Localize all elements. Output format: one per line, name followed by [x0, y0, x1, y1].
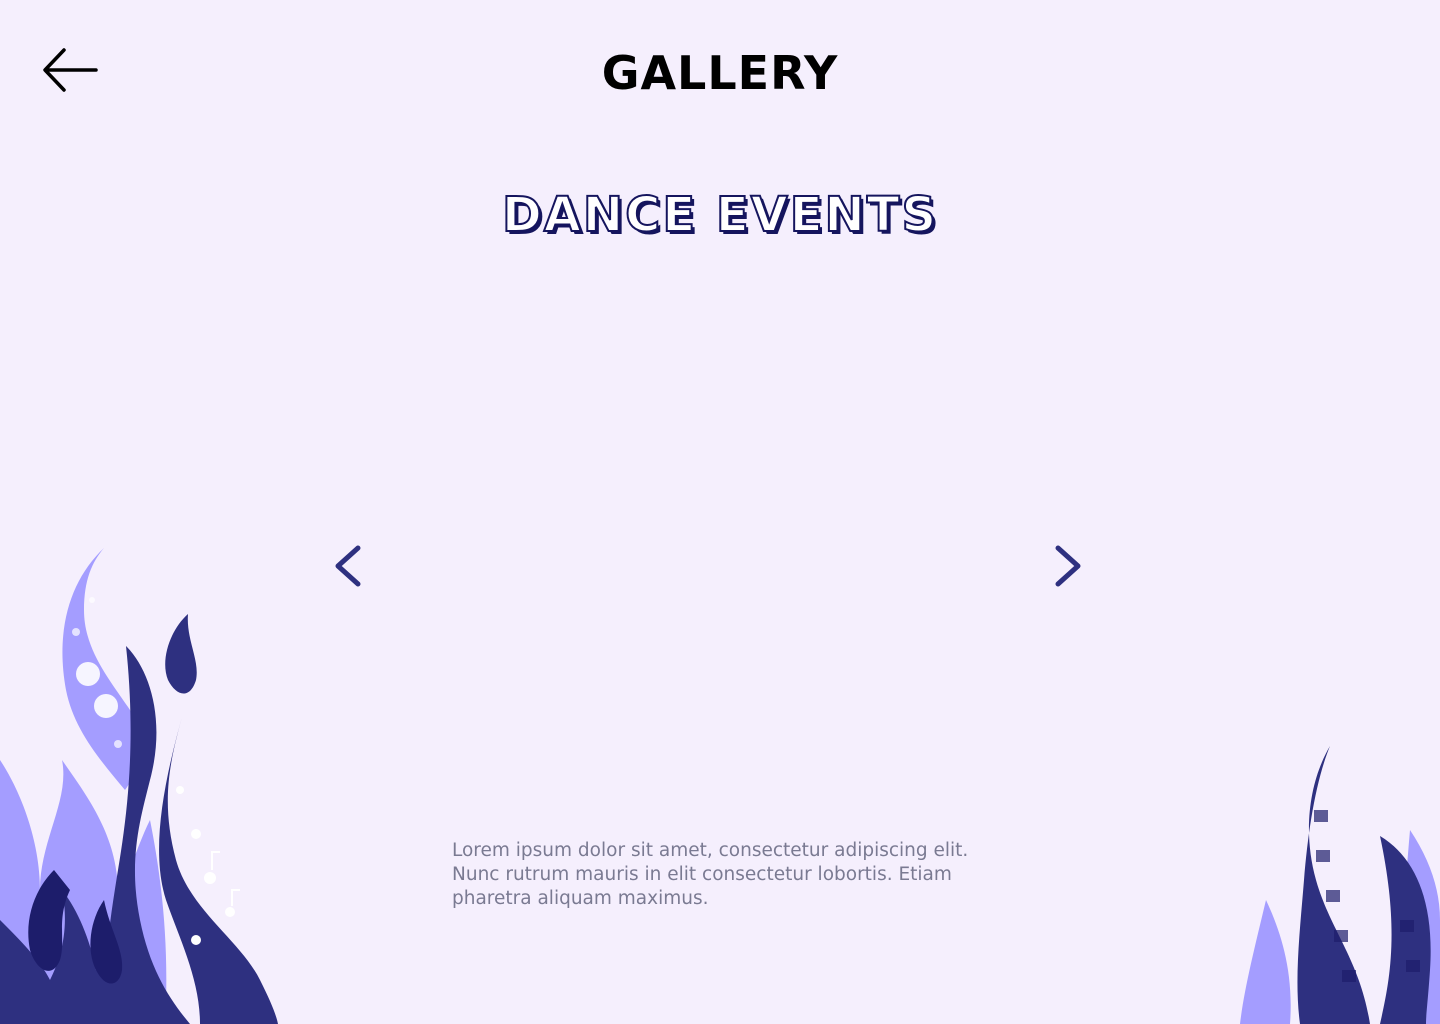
flame-decoration-left — [0, 548, 278, 1024]
chevron-right-icon — [1055, 545, 1081, 587]
gallery-description: Lorem ipsum dolor sit amet, consectetur … — [452, 840, 969, 909]
gallery-image-area — [390, 290, 1050, 810]
section-title: DANCE EVENTS — [501, 186, 939, 244]
flame-decoration-right — [1240, 746, 1440, 1024]
next-button[interactable] — [1048, 540, 1088, 592]
previous-button[interactable] — [328, 540, 368, 592]
chevron-left-icon — [335, 545, 361, 587]
page-title: GALLERY — [601, 46, 839, 100]
